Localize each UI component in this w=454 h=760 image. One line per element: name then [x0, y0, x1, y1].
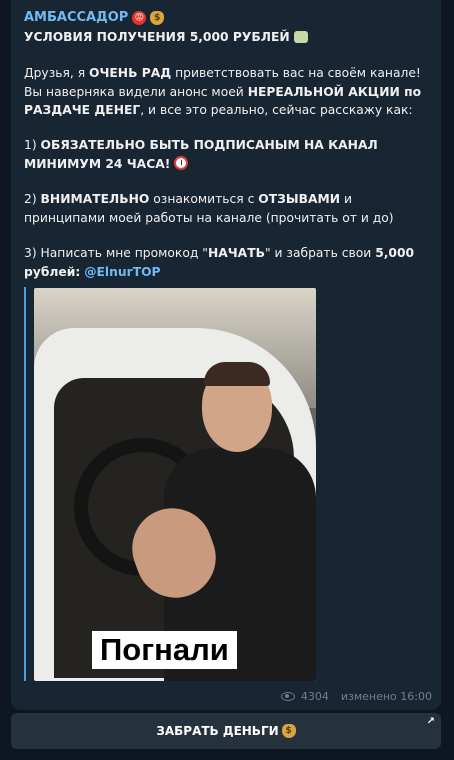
photo-person-hair — [204, 362, 270, 386]
rule-item-2: 2) ВНИМАТЕЛЬНО ознакомиться с ОТЗЫВАМИ и… — [24, 190, 428, 227]
rule-2-bold-1: ВНИМАТЕЛЬНО — [40, 192, 150, 206]
rule-1-text: ОБЯЗАТЕЛЬНО БЫТЬ ПОДПИСАНЫМ НА КАНАЛ МИН… — [24, 138, 378, 171]
channel-name[interactable]: АМБАССАДОР 😡 $ — [24, 10, 165, 25]
preview-photo[interactable]: Погнали — [34, 288, 316, 681]
intro-text-3: , и все это реально, сейчас расскажу как… — [140, 103, 413, 117]
rule-2-bold-2: ОТЗЫВАМИ — [258, 192, 341, 206]
photo-caption: Погнали — [92, 631, 237, 669]
flying-money-icon — [293, 31, 308, 43]
money-bag-icon: $ — [150, 10, 165, 25]
rule-3-text-1: 3) Написать мне промокод " — [24, 246, 208, 260]
intro-bold-1: ОЧЕНЬ РАД — [89, 66, 172, 80]
alarm-clock-icon — [174, 155, 189, 170]
web-preview-bar — [24, 287, 26, 681]
post-title: УСЛОВИЯ ПОЛУЧЕНИЯ 5,000 РУБЛЕЙ — [24, 28, 428, 47]
username-link[interactable]: @ElnurTOP — [84, 265, 160, 279]
rule-1-number: 1) — [24, 138, 41, 152]
message-meta: 4304 изменено 16:00 — [280, 690, 432, 703]
intro-text-1: Друзья, я — [24, 66, 89, 80]
rule-2-number: 2) — [24, 192, 41, 206]
get-money-button[interactable]: ЗАБРАТЬ ДЕНЬГИ $ ↗ — [11, 713, 441, 749]
post-title-text: УСЛОВИЯ ПОЛУЧЕНИЯ 5,000 РУБЛЕЙ — [24, 30, 290, 44]
rule-item-3: 3) Написать мне промокод "НАЧАТЬ" и забр… — [24, 244, 428, 281]
channel-name-text[interactable]: АМБАССАДОР — [24, 10, 128, 25]
eye-icon — [280, 692, 295, 701]
get-money-button-label: ЗАБРАТЬ ДЕНЬГИ — [156, 724, 279, 738]
edited-time: изменено 16:00 — [340, 690, 432, 703]
rule-2-text-1: ознакомиться с — [149, 192, 259, 206]
rule-3-bold-1: НАЧАТЬ — [207, 246, 265, 260]
view-count: 4304 — [300, 690, 329, 703]
external-arrow-icon: ↗ — [426, 716, 435, 727]
angry-face-icon: 😡 — [132, 10, 147, 25]
rule-3-text-2: " и забрать свои — [264, 246, 376, 260]
post-paragraph-intro: Друзья, я ОЧЕНЬ РАД приветствовать вас н… — [24, 64, 428, 120]
rule-item-1: 1) ОБЯЗАТЕЛЬНО БЫТЬ ПОДПИСАНЫМ НА КАНАЛ … — [24, 136, 428, 173]
money-bag-icon: $ — [281, 724, 296, 738]
